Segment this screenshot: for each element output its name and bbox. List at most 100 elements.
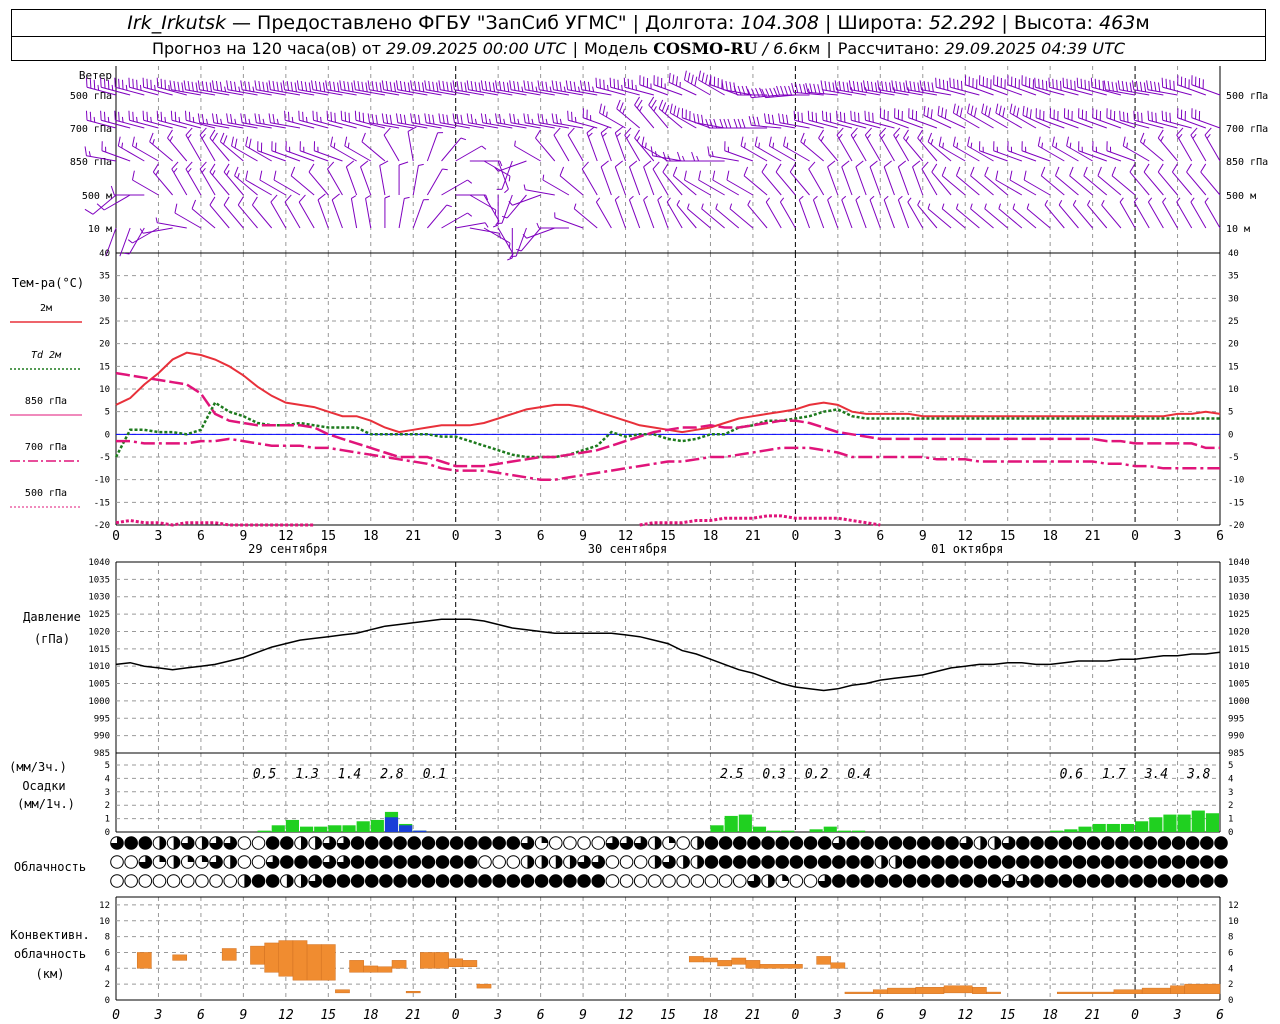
wind-shaft [365, 198, 372, 229]
cloud-fill [393, 855, 407, 869]
cloud-symbol [591, 855, 606, 869]
wind-shaft [1097, 175, 1122, 196]
wind-half-feather [881, 133, 886, 139]
cloud-fill [1129, 874, 1143, 888]
wind-feather [314, 81, 318, 91]
pressure-tick-right: 1020 [1228, 627, 1250, 637]
wind-feather [114, 77, 116, 88]
conv-cloud-bar [1170, 985, 1185, 994]
wind-feather [541, 81, 544, 91]
precip-tick-right: 1 [1228, 815, 1233, 825]
cloud-symbol [902, 836, 917, 850]
cloud-symbol [152, 855, 167, 869]
wind-shaft [132, 145, 159, 162]
wind-barb [1191, 75, 1221, 96]
wind-feather [567, 110, 569, 121]
wind-shaft [883, 166, 895, 196]
wind-feather [1012, 105, 1016, 116]
time-tick-label: 6 [537, 1008, 545, 1023]
conv-tick-right: 6 [1228, 948, 1233, 958]
cloud-symbol [478, 874, 492, 888]
precip-bar [285, 819, 299, 832]
cloud-symbol [973, 855, 988, 869]
wind-feather [237, 196, 244, 206]
conv-cloud-bar [363, 965, 379, 973]
wind-half-feather [681, 155, 685, 162]
wind-shaft [1049, 86, 1079, 96]
wind-shaft [454, 89, 485, 96]
precip-bar [738, 814, 752, 832]
wind-shaft [115, 119, 145, 129]
wind-feather [1090, 77, 1093, 88]
precip-tick-left: 4 [105, 774, 110, 784]
wind-feather [432, 114, 435, 125]
cloud-fill [931, 874, 945, 888]
wind-half-feather [517, 118, 520, 125]
wind-feather [365, 82, 368, 92]
wind-feather [183, 80, 187, 90]
conv-unit: (км) [36, 967, 65, 981]
wind-feather [478, 82, 481, 92]
wind-feather [300, 81, 304, 91]
wind-shaft [1092, 117, 1122, 129]
cloud-symbol [916, 874, 931, 888]
temp-tick-left: 10 [99, 385, 110, 395]
cloud-symbol [1115, 874, 1129, 888]
wind-feather [1117, 80, 1121, 90]
wind-barb [1133, 197, 1150, 229]
wind-feather [460, 81, 463, 92]
wind-feather [177, 81, 180, 92]
wind-shaft [1147, 201, 1164, 229]
cloud-circle [180, 874, 195, 888]
wind-shaft [525, 122, 555, 129]
wind-half-feather [905, 136, 910, 142]
temp-legend-label: 2м [40, 303, 52, 314]
cloud-symbol [1016, 836, 1030, 850]
wind-feather [559, 166, 565, 176]
cloud-symbol [180, 836, 195, 850]
wind-half-feather [827, 195, 832, 201]
cloud-symbol [152, 874, 167, 888]
wind-half-feather [136, 116, 138, 123]
cloud-fill [569, 855, 577, 869]
wind-half-feather [636, 136, 641, 142]
cloud-fill [436, 836, 449, 850]
cloud-symbol [180, 855, 195, 869]
wind-feather [509, 113, 512, 123]
wind-feather [846, 82, 849, 92]
wind-barb [1147, 197, 1164, 229]
cloud-fill [230, 855, 237, 869]
wind-feather [583, 81, 587, 91]
cloud-symbol [619, 836, 634, 850]
wind-feather [898, 160, 907, 168]
precip-bar [724, 815, 738, 832]
wind-feather [1002, 107, 1006, 118]
wind-feather [1066, 78, 1069, 89]
cloud-symbol [648, 874, 662, 888]
cloud-symbol [421, 874, 436, 888]
precip-tick-left: 1 [105, 815, 110, 825]
precip-bar [809, 829, 823, 832]
wind-half-feather [666, 197, 671, 203]
wind-shaft [129, 86, 159, 96]
pressure-tick-left: 1035 [88, 575, 110, 585]
wind-feather [599, 103, 602, 114]
wind-shaft [639, 84, 669, 96]
cloud-fill [478, 836, 492, 850]
wind-feather [857, 112, 860, 123]
cloud-symbol [280, 836, 294, 850]
wind-barb [628, 195, 641, 229]
wind-feather [683, 70, 687, 81]
wind-shaft [855, 166, 867, 196]
wind-half-feather [187, 167, 192, 173]
wind-feather [567, 127, 575, 136]
cloud-symbol [704, 836, 719, 850]
wind-half-feather [657, 195, 663, 201]
wind-feather [838, 81, 842, 91]
cloud-fill [478, 874, 492, 888]
cloud-symbol [732, 855, 747, 869]
cloud-circle [251, 836, 266, 850]
wind-feather [262, 81, 265, 92]
wind-shaft [350, 198, 358, 229]
cloud-fill [733, 855, 747, 869]
